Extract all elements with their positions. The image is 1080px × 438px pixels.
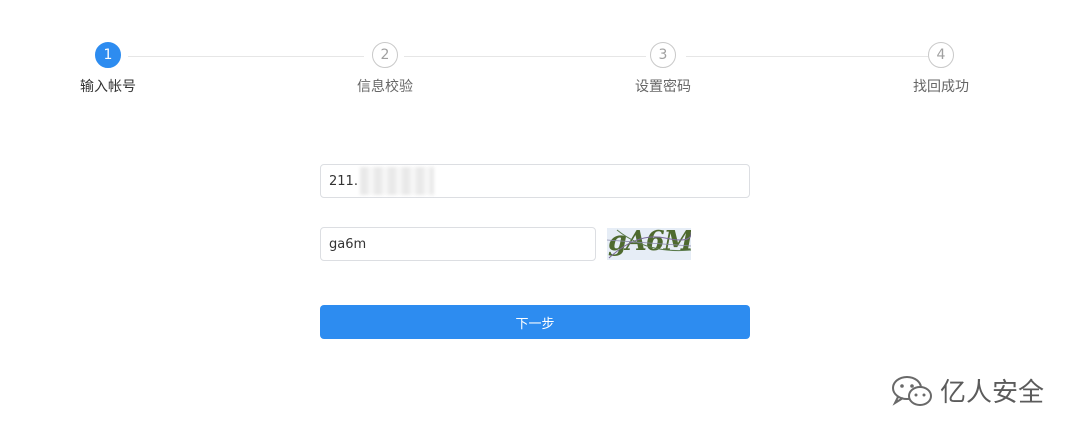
step-number-badge: 3 xyxy=(650,42,676,68)
watermark: 亿人安全 xyxy=(890,372,1044,409)
redaction-blur xyxy=(359,167,434,195)
watermark-text: 亿人安全 xyxy=(940,378,1045,408)
step-label: 输入帐号 xyxy=(80,79,136,95)
step-2: 2 信息校验 xyxy=(315,42,455,96)
next-step-button[interactable]: 下一步 xyxy=(320,305,750,339)
stepper: 1 输入帐号 2 信息校验 3 设置密码 4 找回成功 xyxy=(0,0,1080,110)
step-number-badge: 1 xyxy=(95,42,121,68)
captcha-input[interactable]: ga6m xyxy=(320,227,596,261)
captcha-input-value: ga6m xyxy=(329,236,367,252)
wechat-icon xyxy=(892,375,932,406)
step-label: 信息校验 xyxy=(357,79,413,95)
account-input-value: 211. xyxy=(329,173,358,189)
step-number-badge: 2 xyxy=(372,42,398,68)
captcha-noise xyxy=(607,229,691,259)
step-label: 设置密码 xyxy=(635,79,691,95)
account-input[interactable]: 211. xyxy=(320,164,750,198)
step-number-badge: 4 xyxy=(928,42,954,68)
step-1: 1 输入帐号 xyxy=(38,42,178,96)
step-3: 3 设置密码 xyxy=(593,42,733,96)
step-4: 4 找回成功 xyxy=(871,42,1011,96)
step-label: 找回成功 xyxy=(913,79,969,95)
captcha-image[interactable]: gA6M xyxy=(607,228,691,260)
